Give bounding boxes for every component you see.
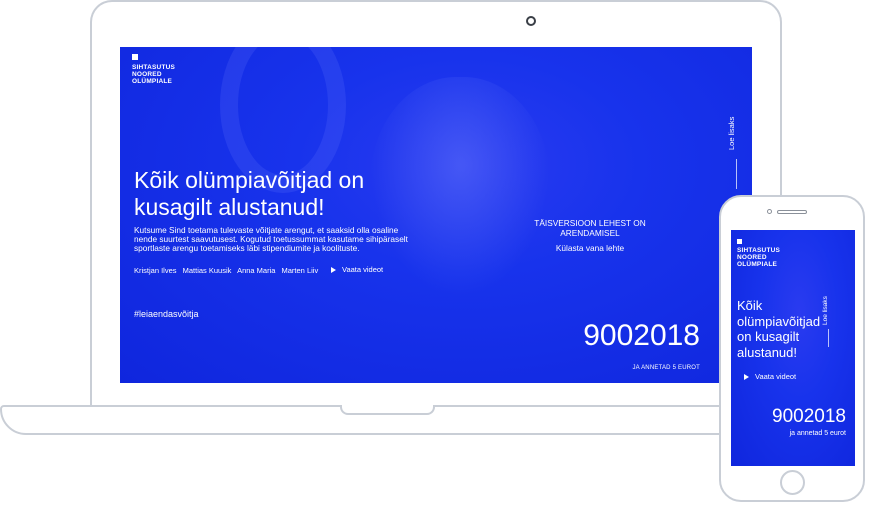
mobile-read-more-link[interactable]: Loe lisaks — [822, 296, 829, 325]
mobile-donation-counter: 9002018 — [772, 406, 846, 427]
athlete-link[interactable]: Mattias Kuusik — [183, 266, 232, 275]
desktop-screen: SIHTASUTUS NOORED OLÜMPIALE Kõik olümpia… — [120, 47, 752, 383]
athlete-link[interactable]: Kristjan Ilves — [134, 266, 177, 275]
mobile-hero-headline: Kõik olümpiavõitjad on kusagilt alustanu… — [737, 298, 821, 360]
hero-headline: Kõik olümpiavõitjad on kusagilt alustanu… — [134, 167, 365, 220]
old-site-link[interactable]: Külasta vana lehte — [520, 243, 660, 253]
device-mockup: SIHTASUTUS NOORED OLÜMPIALE Kõik olümpia… — [0, 0, 875, 507]
laptop-notch — [340, 405, 435, 415]
laptop-camera — [526, 16, 536, 26]
mobile-read-more-line — [828, 329, 829, 347]
mobile-site-logo[interactable]: SIHTASUTUS NOORED OLÜMPIALE — [737, 239, 780, 268]
play-icon — [331, 267, 336, 274]
donation-counter: 9002018 — [583, 319, 700, 352]
phone-camera — [767, 209, 772, 214]
notice-title: TÄISVERSIOON LEHEST ON ARENDAMISEL — [534, 218, 646, 238]
watch-video-label: Vaata videot — [342, 265, 384, 274]
hero-intro: Kutsume Sind toetama tulevaste võitjate … — [134, 225, 408, 254]
athlete-link[interactable]: Marten Liiv — [282, 266, 319, 275]
version-notice: TÄISVERSIOON LEHEST ON ARENDAMISEL Külas… — [520, 218, 660, 253]
logo-square-icon — [132, 54, 138, 60]
read-more-line — [736, 159, 737, 189]
logo-line: NOORED — [132, 71, 162, 78]
watch-video-button[interactable]: Vaata videot — [331, 265, 383, 274]
donation-caption: JA ANNETAD 5 EUROT — [632, 365, 700, 371]
athlete-link[interactable]: Anna Maria — [237, 266, 275, 275]
logo-square-icon — [737, 239, 742, 244]
athlete-list: Kristjan Ilves Mattias Kuusik Anna Maria… — [134, 266, 322, 275]
phone-home-button — [780, 470, 805, 495]
logo-line: NOORED — [737, 254, 767, 261]
logo-line: SIHTASUTUS — [737, 247, 781, 254]
hashtag: #leiaendasvõitja — [134, 309, 199, 319]
mobile-watch-video-button[interactable]: Vaata videot — [744, 372, 796, 381]
mobile-donation-caption: ja annetad 5 eurot — [789, 430, 846, 437]
phone-speaker — [777, 210, 807, 214]
play-icon — [744, 374, 749, 381]
site-logo[interactable]: SIHTASUTUS NOORED OLÜMPIALE — [132, 54, 175, 85]
read-more-link[interactable]: Loe lisaks — [727, 117, 736, 150]
logo-line: OLÜMPIALE — [737, 261, 778, 268]
logo-line: SIHTASUTUS — [132, 64, 176, 71]
watch-video-label: Vaata videot — [755, 372, 797, 381]
mobile-screen: SIHTASUTUS NOORED OLÜMPIALE Kõik olümpia… — [731, 230, 855, 466]
logo-line: OLÜMPIALE — [132, 78, 173, 85]
